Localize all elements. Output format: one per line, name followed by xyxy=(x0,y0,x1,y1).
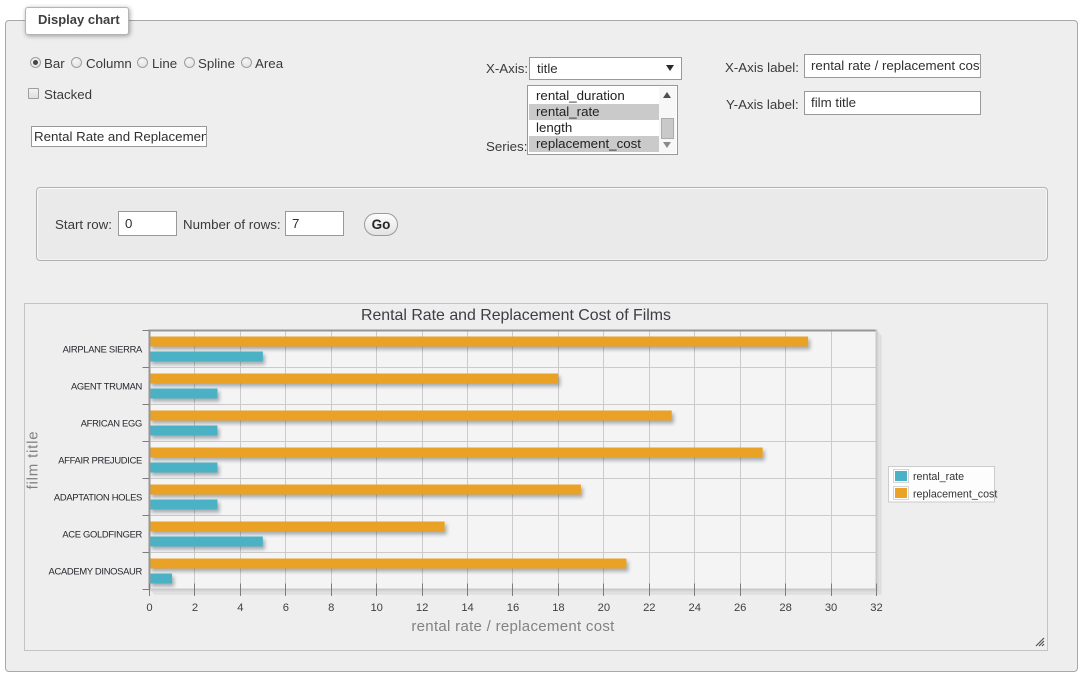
svg-text:16: 16 xyxy=(507,602,519,614)
svg-text:ACE GOLDFINGER: ACE GOLDFINGER xyxy=(62,529,142,540)
svg-text:replacement_cost: replacement_cost xyxy=(913,489,997,501)
svg-text:32: 32 xyxy=(870,602,882,614)
svg-text:ADAPTATION HOLES: ADAPTATION HOLES xyxy=(54,492,142,503)
svg-text:14: 14 xyxy=(461,602,473,614)
svg-text:22: 22 xyxy=(643,602,655,614)
svg-text:AIRPLANE SIERRA: AIRPLANE SIERRA xyxy=(63,344,143,355)
svg-text:film title: film title xyxy=(25,431,42,490)
svg-text:20: 20 xyxy=(598,602,610,614)
svg-text:AFFAIR PREJUDICE: AFFAIR PREJUDICE xyxy=(58,455,142,466)
svg-text:rental rate / replacement cost: rental rate / replacement cost xyxy=(411,618,615,635)
svg-text:Rental Rate and Replacement Co: Rental Rate and Replacement Cost of Film… xyxy=(361,307,671,324)
svg-text:8: 8 xyxy=(328,602,334,614)
svg-text:0: 0 xyxy=(146,602,152,614)
svg-text:18: 18 xyxy=(552,602,564,614)
svg-text:ACADEMY DINOSAUR: ACADEMY DINOSAUR xyxy=(49,566,143,577)
svg-text:6: 6 xyxy=(283,602,289,614)
svg-text:4: 4 xyxy=(237,602,243,614)
svg-text:10: 10 xyxy=(370,602,382,614)
svg-text:rental_rate: rental_rate xyxy=(913,471,964,483)
svg-text:30: 30 xyxy=(825,602,837,614)
svg-text:AGENT TRUMAN: AGENT TRUMAN xyxy=(71,381,142,392)
svg-text:24: 24 xyxy=(689,602,701,614)
svg-text:12: 12 xyxy=(416,602,428,614)
svg-text:28: 28 xyxy=(779,602,791,614)
svg-text:2: 2 xyxy=(192,602,198,614)
svg-text:AFRICAN EGG: AFRICAN EGG xyxy=(81,418,142,429)
svg-text:26: 26 xyxy=(734,602,746,614)
